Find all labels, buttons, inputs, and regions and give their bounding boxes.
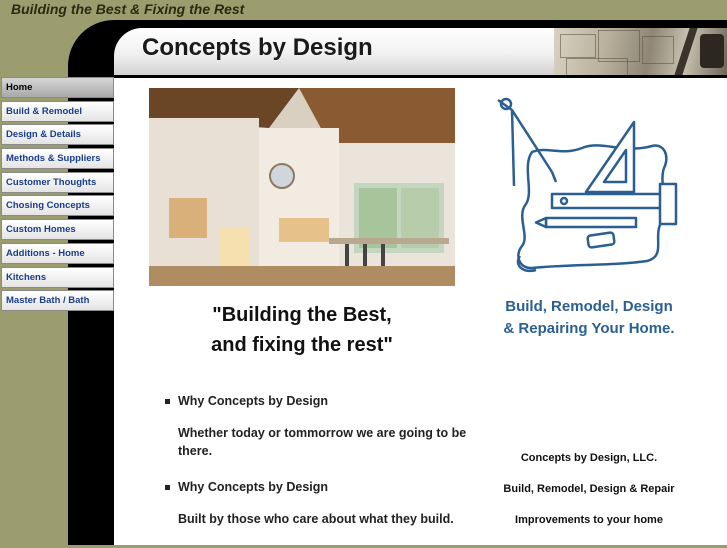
list-item-heading: Why Concepts by Design — [178, 394, 329, 408]
list-item: Why Concepts by Design — [165, 394, 478, 408]
sidebar-item-custom-homes[interactable]: Custom Homes — [1, 219, 114, 241]
company-info: Concepts by Design, LLC. Build, Remodel,… — [474, 452, 704, 545]
sidebar-item-methods-suppliers[interactable]: Methods & Suppliers — [1, 148, 114, 170]
sidebar-item-chosing-concepts[interactable]: Chosing Concepts — [1, 195, 114, 217]
sidebar-item-build-remodel[interactable]: Build & Remodel — [1, 100, 114, 122]
quote-line-1: "Building the Best, — [212, 304, 392, 326]
site-title: Concepts by Design — [142, 34, 373, 61]
hero-quote: "Building the Best, and fixing the rest" — [149, 300, 455, 360]
list-item-heading: Why Concepts by Design — [178, 480, 329, 494]
site-tagline: Building the Best & Fixing the Rest — [11, 1, 245, 17]
sidebar-item-master-bath[interactable]: Master Bath / Bath — [1, 290, 114, 312]
list-item-text: Whether today or tommorrow we are going … — [178, 426, 467, 458]
services-line-2: & Repairing Your Home. — [503, 320, 675, 337]
drafting-tools-illustration — [492, 96, 682, 274]
list-item-body: Built by those who care about what they … — [178, 510, 478, 528]
sidebar-item-home[interactable]: Home — [1, 77, 114, 98]
list-item-text: Built by those who care about what they … — [178, 512, 454, 526]
company-tagline: Improvements to your home — [515, 514, 663, 526]
title-panel: Concepts by Design — [114, 28, 554, 75]
main-content: "Building the Best, and fixing the rest"… — [114, 78, 727, 545]
sidebar-item-customer-thoughts[interactable]: Customer Thoughts — [1, 171, 114, 193]
quote-line-2: and fixing the rest" — [211, 334, 393, 356]
list-item-body: Whether today or tommorrow we are going … — [178, 424, 478, 460]
list-item: Why Concepts by Design — [165, 480, 478, 494]
why-list: Why Concepts by Design Whether today or … — [164, 394, 478, 548]
sidebar-item-design-details[interactable]: Design & Details — [1, 124, 114, 146]
header-blueprint-image — [554, 28, 727, 75]
sidebar-item-kitchens[interactable]: Kitchens — [1, 266, 114, 288]
company-name: Concepts by Design, LLC. — [520, 452, 658, 464]
interior-photo — [149, 88, 455, 286]
services-heading: Build, Remodel, Design & Repairing Your … — [474, 296, 704, 340]
services-line-1: Build, Remodel, Design — [505, 298, 673, 315]
sidebar-nav: Home Build & Remodel Design & Details Me… — [1, 77, 114, 314]
sidebar-item-additions-home[interactable]: Additions - Home — [1, 242, 114, 264]
company-services: Build, Remodel, Design & Repair — [503, 483, 675, 495]
